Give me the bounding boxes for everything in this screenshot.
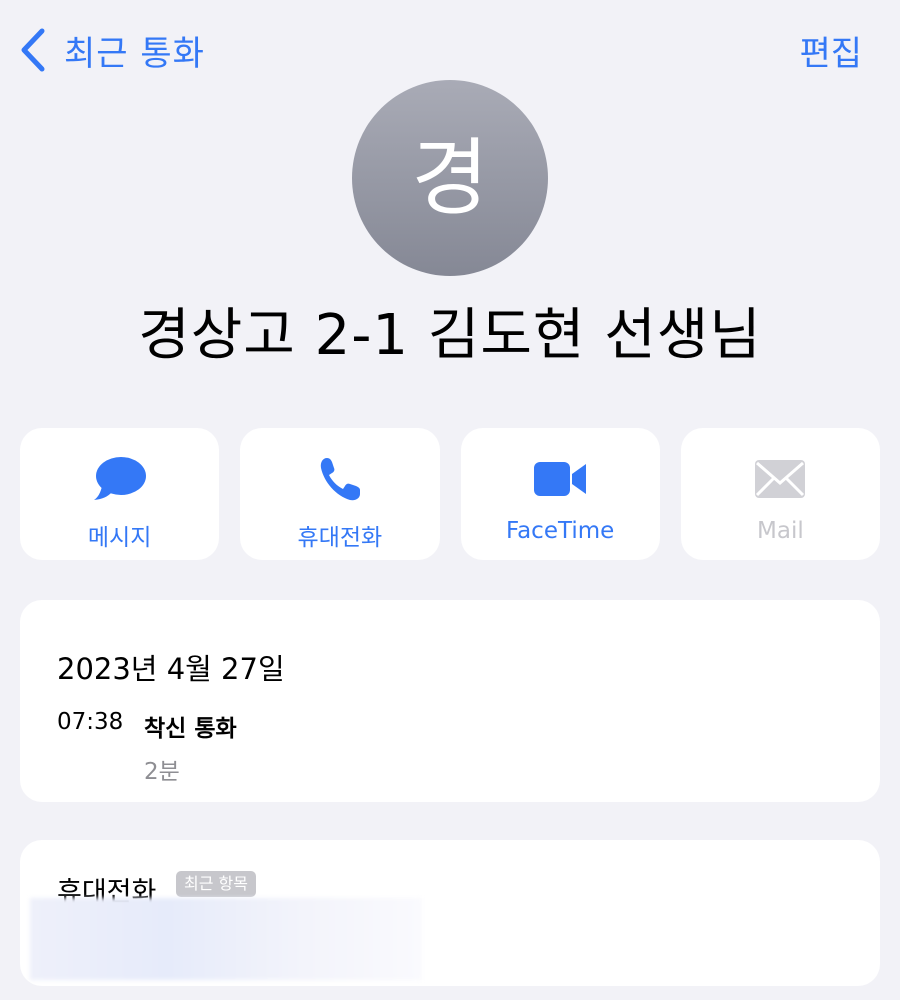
facetime-button[interactable]: FaceTime	[460, 428, 660, 560]
avatar: 경	[352, 80, 548, 276]
message-button[interactable]: 메시지	[20, 428, 220, 560]
action-buttons: 메시지 휴대전화 FaceTime Mail	[20, 428, 880, 560]
message-icon	[93, 457, 146, 500]
contact-detail-screen: 최근 통화 편집 경 경상고 2-1 김도현 선생님 메시지 휴대전화 Face…	[0, 0, 900, 1000]
contact-name: 경상고 2-1 김도현 선생님	[138, 303, 762, 368]
edit-button[interactable]: 편집	[799, 26, 862, 74]
avatar-initial: 경	[411, 129, 489, 227]
back-button[interactable]: 최근 통화	[18, 26, 205, 74]
phone-number-card[interactable]: 휴대전화 최근 항목	[20, 840, 880, 986]
video-icon	[534, 462, 587, 496]
recent-badge: 최근 항목	[176, 871, 256, 897]
call-duration: 2분	[144, 759, 180, 785]
mobile-call-button[interactable]: 휴대전화	[240, 428, 440, 560]
message-button-label: 메시지	[87, 525, 152, 551]
back-button-label: 최근 통화	[64, 33, 205, 74]
mail-button[interactable]: Mail	[680, 428, 880, 560]
redacted-phone-number[interactable]	[30, 898, 422, 980]
mail-button-label: Mail	[757, 518, 804, 544]
mobile-call-button-label: 휴대전화	[297, 525, 383, 551]
chevron-left-icon	[21, 28, 45, 72]
call-type: 착신 통화	[144, 716, 237, 742]
call-history-card: 2023년 4월 27일 07:38 착신 통화 2분	[20, 600, 880, 802]
mail-icon	[755, 460, 806, 498]
phone-icon	[320, 458, 360, 501]
facetime-button-label: FaceTime	[505, 518, 615, 544]
call-time: 07:38	[57, 709, 124, 735]
call-date: 2023년 4월 27일	[57, 652, 285, 686]
